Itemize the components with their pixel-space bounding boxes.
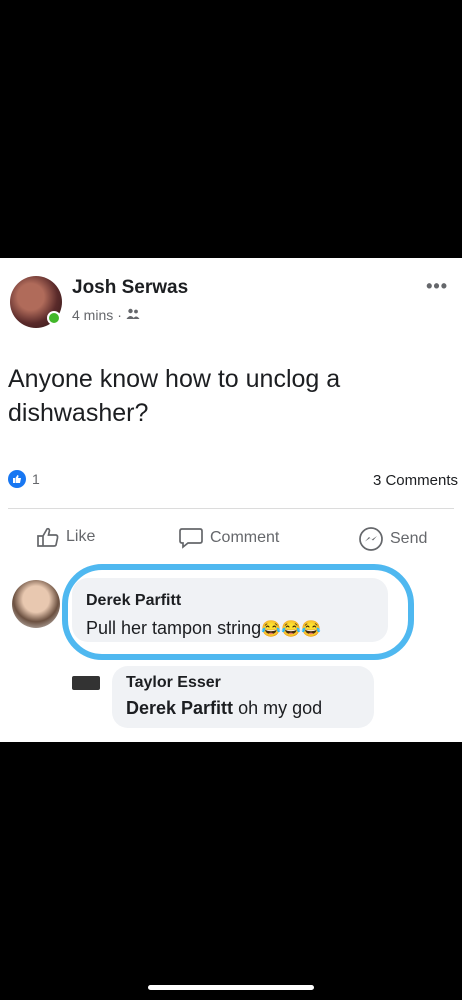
thumbs-up-icon [36, 526, 60, 548]
divider [8, 508, 454, 509]
comment-label: Comment [210, 529, 280, 546]
post-meta: 4 mins · [72, 307, 140, 323]
like-reaction-icon [8, 470, 26, 488]
like-button[interactable]: Like [36, 526, 95, 548]
comments-count[interactable]: 3 Comments [373, 472, 458, 489]
reply-avatar[interactable] [72, 676, 100, 690]
post-text: Anyone know how to unclog a dishwasher? [8, 365, 341, 427]
send-label: Send [390, 530, 428, 547]
reply-text: Derek Parfitt oh my god [126, 698, 322, 719]
speech-bubble-icon [178, 526, 204, 550]
messenger-icon [358, 526, 384, 552]
reply-mention[interactable]: Derek Parfitt [126, 698, 233, 718]
reactions-summary[interactable]: 1 [8, 470, 40, 488]
home-indicator[interactable] [148, 985, 314, 990]
commenter-avatar[interactable] [12, 580, 60, 628]
comment-button[interactable]: Comment [178, 526, 279, 550]
online-status-dot [47, 311, 61, 325]
reaction-count: 1 [32, 471, 40, 487]
meta-separator: · [117, 307, 122, 323]
action-bar: Like Comment Send [0, 526, 462, 554]
more-options-icon[interactable]: ••• [426, 276, 448, 297]
post-time[interactable]: 4 mins [72, 307, 113, 323]
reply-body: oh my god [238, 698, 323, 718]
highlight-circle [62, 564, 414, 660]
like-label: Like [66, 528, 96, 545]
post-card: Josh Serwas 4 mins · ••• Anyone know how… [0, 258, 462, 742]
post-author[interactable]: Josh Serwas [72, 277, 188, 299]
friends-icon [126, 307, 140, 323]
send-button[interactable]: Send [358, 526, 427, 552]
reply-author[interactable]: Taylor Esser [126, 674, 221, 692]
